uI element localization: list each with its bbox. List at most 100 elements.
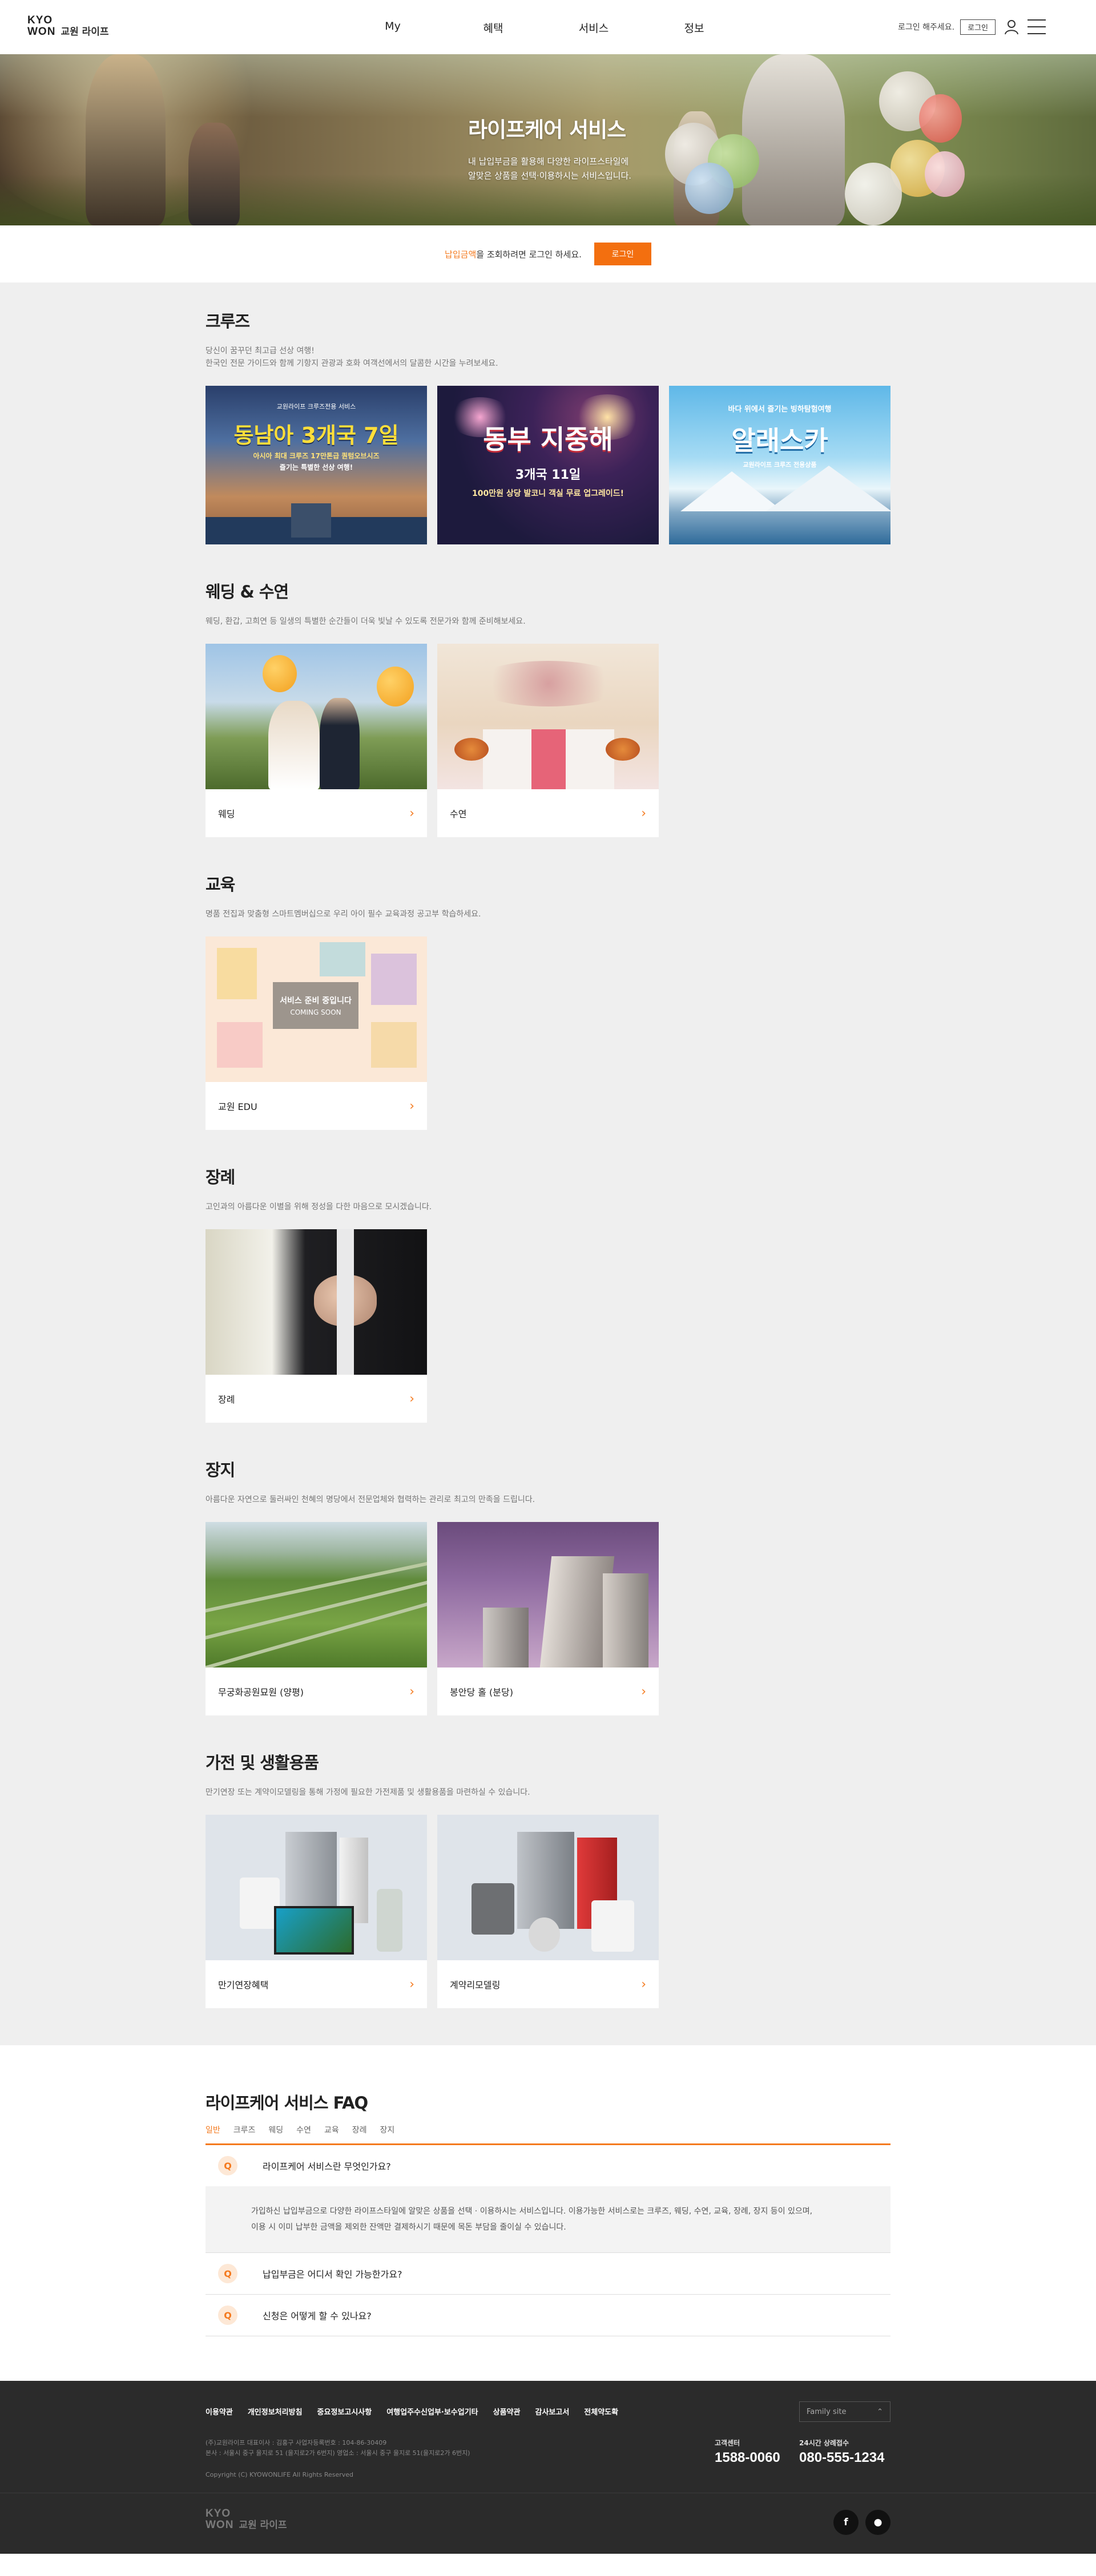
coming-soon-subtitle: COMING SOON xyxy=(290,1008,341,1016)
header-login-button[interactable]: 로그인 xyxy=(960,19,996,35)
question-badge: Q xyxy=(218,2156,237,2175)
chevron-right-icon: › xyxy=(409,1099,414,1113)
cruise-banner-mediterranean[interactable]: 동부 지중해 3개국 11일 100만원 상당 발코니 객실 무료 업그레이드! xyxy=(437,386,659,544)
footer-link-map[interactable]: 전체약도확 xyxy=(584,2406,618,2417)
section-appliance: 가전 및 생활용품 만기연장 또는 계약이모델링을 통해 가정에 필요한 가전제… xyxy=(206,1750,890,2008)
section-title: 가전 및 생활용품 xyxy=(206,1753,319,1772)
faq-tab-wedding[interactable]: 웨딩 xyxy=(268,2124,283,2135)
faq-tab-funeral[interactable]: 장례 xyxy=(352,2124,367,2135)
service-card-anniversary[interactable]: 수연 › xyxy=(437,644,659,837)
footer-link-audit-report[interactable]: 감사보고서 xyxy=(535,2406,569,2417)
wedding-list: 웨딩 › 수연 › xyxy=(206,644,890,837)
service-card-contract-remodeling[interactable]: 계약리모델링 › xyxy=(437,1815,659,2008)
balloon xyxy=(685,163,734,214)
hero-banner: 라이프케어 서비스 내 납입부금을 활용해 다양한 라이프스타일에 알맞은 상품… xyxy=(0,54,1096,225)
customer-center: 고객센터 1588-0060 xyxy=(715,2439,780,2466)
hamburger-menu-icon[interactable] xyxy=(1028,19,1046,34)
chevron-right-icon: › xyxy=(409,1684,414,1699)
user-icon[interactable] xyxy=(1004,19,1020,35)
chevron-right-icon: › xyxy=(409,806,414,821)
service-content: 크루즈 당신이 꿈꾸던 최고급 선상 여행! 한국인 전문 가이드와 함께 기항… xyxy=(0,282,1096,2045)
columbarium-image xyxy=(437,1522,659,1667)
funeral-list: 장례 › xyxy=(206,1229,890,1423)
logo[interactable]: KYO WON 교원 라이프 xyxy=(27,14,109,38)
cruise-banner-southeast-asia[interactable]: 교원라이프 크루즈전용 서비스 동남아 3개국 7일 아시아 최대 크루즈 17… xyxy=(206,386,427,544)
balloon xyxy=(919,94,962,143)
chevron-right-icon: › xyxy=(409,1977,414,1992)
login-button[interactable]: 로그인 xyxy=(594,243,651,265)
facebook-icon[interactable]: f xyxy=(833,2510,859,2535)
faq-tab-anniversary[interactable]: 수연 xyxy=(296,2124,311,2135)
footer-link-terms[interactable]: 이용약관 xyxy=(206,2406,233,2417)
section-description: 고인과의 아름다운 이별을 위해 정성을 다한 마음으로 모시겠습니다. xyxy=(206,1202,432,1212)
logo-mark: KYO WON xyxy=(27,14,56,38)
section-education: 교육 명품 전집과 맞춤형 스마트멤버십으로 우리 아이 필수 교육과정 공고부… xyxy=(206,871,890,1130)
nav-item-services[interactable]: 서비스 xyxy=(543,20,644,35)
faq-question[interactable]: Q 라이프케어 서비스란 무엇인가요? xyxy=(206,2145,890,2186)
service-card-wedding[interactable]: 웨딩 › xyxy=(206,644,427,837)
chevron-right-icon: › xyxy=(409,1391,414,1406)
customer-center-number[interactable]: 1588-0060 xyxy=(715,2450,780,2466)
edu-image: 서비스 준비 중입니다 COMING SOON xyxy=(206,936,427,1082)
faq-tabs: 일반 크루즈 웨딩 수연 교육 장례 장지 xyxy=(206,2124,890,2135)
service-card-columbarium[interactable]: 봉안당 홀 (분당) › xyxy=(437,1522,659,1715)
footer-link-product-terms[interactable]: 상품약관 xyxy=(493,2406,521,2417)
service-card-mugunghwa-park[interactable]: 무궁화공원묘원 (양평) › xyxy=(206,1522,427,1715)
kakaotalk-icon[interactable]: ● xyxy=(865,2510,890,2535)
site-footer: 이용약관 개인정보처리방침 중요정보고시사항 여행업주수신업부·보수업기타 상품… xyxy=(0,2381,1096,2554)
faq-tab-cruise[interactable]: 크루즈 xyxy=(233,2124,256,2135)
card-label: 만기연장혜택 xyxy=(218,1980,269,1990)
nav-item-my[interactable]: My xyxy=(342,20,443,35)
section-cruise: 크루즈 당신이 꿈꾸던 최고급 선상 여행! 한국인 전문 가이드와 함께 기항… xyxy=(206,308,890,544)
faq-tab-general[interactable]: 일반 xyxy=(206,2124,220,2135)
section-title: 장례 xyxy=(206,1168,235,1187)
hero-description: 내 납입부금을 활용해 다양한 라이프스타일에 알맞은 상품을 선택·이용하시는… xyxy=(468,156,632,181)
nav-item-benefits[interactable]: 혜택 xyxy=(443,20,543,35)
faq-section: 라이프케어 서비스 FAQ 일반 크루즈 웨딩 수연 교육 장례 장지 Q 라이… xyxy=(0,2045,1096,2381)
faq-tab-burial[interactable]: 장지 xyxy=(380,2124,394,2135)
faq-title: 라이프케어 서비스 FAQ xyxy=(206,2093,368,2113)
faq-question[interactable]: Q 신청은 어떻게 할 수 있나요? xyxy=(206,2295,890,2336)
section-funeral: 장례 고인과의 아름다운 이별을 위해 정성을 다한 마음으로 모시겠습니다. … xyxy=(206,1164,890,1423)
funeral-reception: 24시간 상례접수 080-555-1234 xyxy=(799,2439,885,2466)
copyright: Copyright (C) KYOWONLIFE All Rights Rese… xyxy=(206,2471,354,2478)
card-label: 교원 EDU xyxy=(218,1101,257,1112)
question-badge: Q xyxy=(218,2264,237,2283)
nav-item-info[interactable]: 정보 xyxy=(644,20,744,35)
funeral-image xyxy=(206,1229,427,1375)
appliances-image xyxy=(206,1815,427,1960)
footer-link-notices[interactable]: 중요정보고시사항 xyxy=(317,2406,372,2417)
utility-bar: 로그인 해주세요. 로그인 xyxy=(898,19,1046,35)
cruise-banner-alaska[interactable]: 바다 위에서 즐기는 빙하탐험여행 알래스카 교원라이프 크루즈 전용상품 xyxy=(669,386,890,544)
chevron-right-icon: › xyxy=(641,806,646,821)
question-text: 신청은 어떻게 할 수 있나요? xyxy=(263,2311,372,2321)
section-burial: 장지 아름다운 자연으로 둘러싸인 천혜의 명당에서 전문업체와 협력하는 관리… xyxy=(206,1457,890,1715)
section-title: 크루즈 xyxy=(206,312,250,331)
cemetery-image xyxy=(206,1522,427,1667)
logo-text: 교원 라이프 xyxy=(61,26,109,38)
question-text: 납입부금은 어디서 확인 가능한가요? xyxy=(263,2269,402,2280)
footer-link-business[interactable]: 여행업주수신업부·보수업기타 xyxy=(386,2406,478,2417)
chevron-right-icon: › xyxy=(641,1977,646,1992)
anniversary-image xyxy=(437,644,659,789)
service-card-maturity-extension[interactable]: 만기연장혜택 › xyxy=(206,1815,427,2008)
faq-question[interactable]: Q 납입부금은 어디서 확인 가능한가요? xyxy=(206,2253,890,2294)
footer-link-privacy[interactable]: 개인정보처리방침 xyxy=(248,2406,303,2417)
section-title: 장지 xyxy=(206,1460,235,1480)
service-card-kyowon-edu[interactable]: 서비스 준비 중입니다 COMING SOON 교원 EDU › xyxy=(206,936,427,1130)
card-label: 수연 xyxy=(450,809,467,819)
funeral-reception-number[interactable]: 080-555-1234 xyxy=(799,2450,884,2466)
section-description: 명품 전집과 맞춤형 스마트멤버십으로 우리 아이 필수 교육과정 공고부 학습… xyxy=(206,910,481,919)
faq-item: Q 신청은 어떻게 할 수 있나요? xyxy=(206,2295,890,2336)
hero-text: 라이프케어 서비스 내 납입부금을 활용해 다양한 라이프스타일에 알맞은 상품… xyxy=(468,112,631,183)
balloon xyxy=(925,151,965,197)
family-site-select[interactable]: Family site ⌃ xyxy=(799,2401,890,2422)
appliances-image xyxy=(437,1815,659,1960)
main-nav: My 혜택 서비스 정보 xyxy=(342,20,744,35)
footer-logo[interactable]: KYO WON 교원 라이프 xyxy=(206,2508,287,2531)
burial-list: 무궁화공원묘원 (양평) › 봉안당 홀 (분당) › xyxy=(206,1522,890,1715)
faq-tab-education[interactable]: 교육 xyxy=(324,2124,339,2135)
service-card-funeral[interactable]: 장례 › xyxy=(206,1229,427,1423)
footer-links: 이용약관 개인정보처리방침 중요정보고시사항 여행업주수신업부·보수업기타 상품… xyxy=(206,2406,633,2417)
cruise-list: 교원라이프 크루즈전용 서비스 동남아 3개국 7일 아시아 최대 크루즈 17… xyxy=(206,386,890,544)
